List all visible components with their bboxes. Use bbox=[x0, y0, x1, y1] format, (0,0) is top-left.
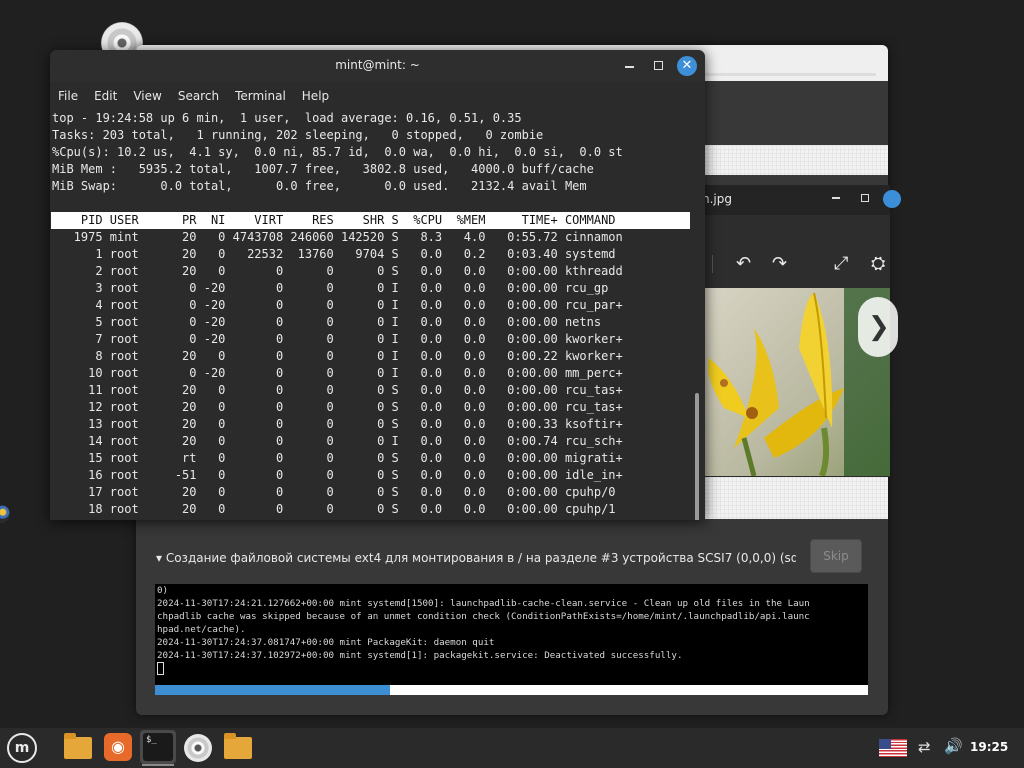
log-line: 2024-11-30T17:24:37.102972+00:00 mint sy… bbox=[157, 650, 683, 661]
process-row: 1 root 20 0 22532 13760 9704 S 0.0 0.2 0… bbox=[52, 247, 616, 261]
top-mem-line: MiB Mem : 5935.2 total, 1007.7 free, 380… bbox=[52, 162, 594, 176]
terminal-output[interactable]: top - 19:24:58 up 6 min, 1 user, load av… bbox=[50, 110, 705, 520]
process-row: 4 root 0 -20 0 0 0 I 0.0 0.0 0:00.00 rcu… bbox=[52, 298, 623, 312]
viewer-minimize-button[interactable] bbox=[832, 197, 840, 199]
menu-search[interactable]: Search bbox=[178, 85, 219, 107]
terminal-scrollbar[interactable] bbox=[695, 393, 699, 520]
viewer-close-button[interactable] bbox=[883, 190, 901, 208]
menu-help[interactable]: Help bbox=[302, 85, 329, 107]
viewer-maximize-button[interactable] bbox=[861, 194, 869, 202]
log-cursor bbox=[157, 662, 164, 675]
desktop-installer-icon[interactable] bbox=[0, 505, 10, 523]
terminal-maximize-button[interactable] bbox=[654, 61, 663, 70]
process-row: 8 root 20 0 0 0 0 I 0.0 0.0 0:00.22 kwor… bbox=[52, 349, 623, 363]
firefox-icon[interactable]: ◉ bbox=[104, 733, 132, 761]
taskbar: m ◉ $_ ⇄ 🔊 19:25 bbox=[0, 728, 1024, 768]
files-folder-icon[interactable] bbox=[64, 733, 92, 759]
process-row: 3 root 0 -20 0 0 0 I 0.0 0.0 0:00.00 rcu… bbox=[52, 281, 609, 295]
disc-icon[interactable] bbox=[184, 734, 212, 762]
menu-terminal[interactable]: Terminal bbox=[235, 85, 286, 107]
process-row: 15 root rt 0 0 0 0 S 0.0 0.0 0:00.00 mig… bbox=[52, 451, 623, 465]
top-swap-line: MiB Swap: 0.0 total, 0.0 free, 0.0 used.… bbox=[52, 179, 587, 193]
process-row: 12 root 20 0 0 0 0 S 0.0 0.0 0:00.00 rcu… bbox=[52, 400, 623, 414]
log-line: chpadlib cache was skipped because of an… bbox=[157, 611, 810, 622]
process-table-header: PID USER PR NI VIRT RES SHR S %CPU %MEM … bbox=[51, 212, 690, 229]
terminal-window: mint@mint: ~ ✕ File Edit View Search Ter… bbox=[50, 50, 705, 520]
top-uptime-line: top - 19:24:58 up 6 min, 1 user, load av… bbox=[52, 111, 522, 125]
volume-icon[interactable]: 🔊 bbox=[944, 737, 963, 755]
installer-progress-bar bbox=[155, 685, 868, 695]
process-row: 10 root 0 -20 0 0 0 I 0.0 0.0 0:00.00 mm… bbox=[52, 366, 623, 380]
top-cpu-line: %Cpu(s): 10.2 us, 4.1 sy, 0.0 ni, 85.7 i… bbox=[52, 145, 623, 159]
terminal-launcher-icon[interactable]: $_ bbox=[140, 730, 176, 764]
process-row: 7 root 0 -20 0 0 0 I 0.0 0.0 0:00.00 kwo… bbox=[52, 332, 623, 346]
process-table: 1975 mint 20 0 4743708 246060 142520 S 8… bbox=[52, 229, 692, 518]
menu-view[interactable]: View bbox=[133, 85, 161, 107]
viewer-title: n.jpg bbox=[702, 192, 732, 206]
process-row: 11 root 20 0 0 0 0 S 0.0 0.0 0:00.00 rcu… bbox=[52, 383, 623, 397]
process-row: 1975 mint 20 0 4743708 246060 142520 S 8… bbox=[52, 230, 623, 244]
rotate-left-icon[interactable]: ↶ bbox=[736, 253, 751, 274]
menu-edit[interactable]: Edit bbox=[94, 85, 117, 107]
fullscreen-icon[interactable]: ⤢ bbox=[834, 253, 848, 274]
installer-log: 0) 2024-11-30T17:24:21.127662+00:00 mint … bbox=[155, 584, 868, 686]
process-row: 17 root 20 0 0 0 0 S 0.0 0.0 0:00.00 cpu… bbox=[52, 485, 616, 499]
process-row: 13 root 20 0 0 0 0 S 0.0 0.0 0:00.33 kso… bbox=[52, 417, 623, 431]
process-row: 18 root 20 0 0 0 0 S 0.0 0.0 0:00.00 cpu… bbox=[52, 502, 616, 516]
terminal-launcher-glyph: $_ bbox=[143, 733, 173, 761]
active-window-indicator bbox=[142, 764, 174, 766]
process-row: 2 root 20 0 0 0 0 S 0.0 0.0 0:00.00 kthr… bbox=[52, 264, 623, 278]
log-line: hpad.net/cache). bbox=[157, 624, 246, 635]
clock[interactable]: 19:25 bbox=[970, 740, 1008, 754]
terminal-menubar: File Edit View Search Terminal Help bbox=[50, 85, 705, 107]
terminal-titlebar[interactable]: mint@mint: ~ ✕ bbox=[50, 50, 705, 82]
installer-status-text[interactable]: ▾ Создание файловой системы ext4 для мон… bbox=[156, 551, 796, 565]
keyboard-layout-flag-icon[interactable] bbox=[879, 739, 907, 757]
terminal-close-button[interactable]: ✕ bbox=[677, 56, 697, 76]
log-line: 2024-11-30T17:24:37.081747+00:00 mint Pa… bbox=[157, 637, 495, 648]
process-row: 14 root 20 0 0 0 0 I 0.0 0.0 0:00.74 rcu… bbox=[52, 434, 623, 448]
network-icon[interactable]: ⇄ bbox=[918, 738, 931, 756]
installer-progress-fill bbox=[155, 685, 391, 695]
folder-icon[interactable] bbox=[224, 733, 252, 759]
top-tasks-line: Tasks: 203 total, 1 running, 202 sleepin… bbox=[52, 128, 544, 142]
rotate-right-icon[interactable]: ↷ bbox=[772, 253, 787, 274]
viewer-toolbar-separator bbox=[712, 255, 713, 273]
terminal-minimize-button[interactable] bbox=[625, 66, 634, 68]
process-row: 5 root 0 -20 0 0 0 I 0.0 0.0 0:00.00 net… bbox=[52, 315, 602, 329]
log-line: 2024-11-30T17:24:21.127662+00:00 mint sy… bbox=[157, 598, 810, 609]
process-row: 16 root -51 0 0 0 0 S 0.0 0.0 0:00.00 id… bbox=[52, 468, 623, 482]
menu-file[interactable]: File bbox=[58, 85, 78, 107]
skip-button[interactable]: Skip bbox=[810, 539, 862, 573]
terminal-title: mint@mint: ~ bbox=[335, 58, 420, 72]
log-line: 0) bbox=[157, 585, 169, 596]
next-image-button[interactable]: ❯ bbox=[858, 297, 898, 357]
installer-panel-bottom bbox=[704, 477, 888, 519]
installer-panel-top bbox=[704, 145, 888, 175]
mint-menu-icon[interactable]: m bbox=[7, 733, 37, 763]
installer-header-line bbox=[704, 73, 876, 76]
settings-icon[interactable]: ⛭ bbox=[871, 253, 885, 274]
